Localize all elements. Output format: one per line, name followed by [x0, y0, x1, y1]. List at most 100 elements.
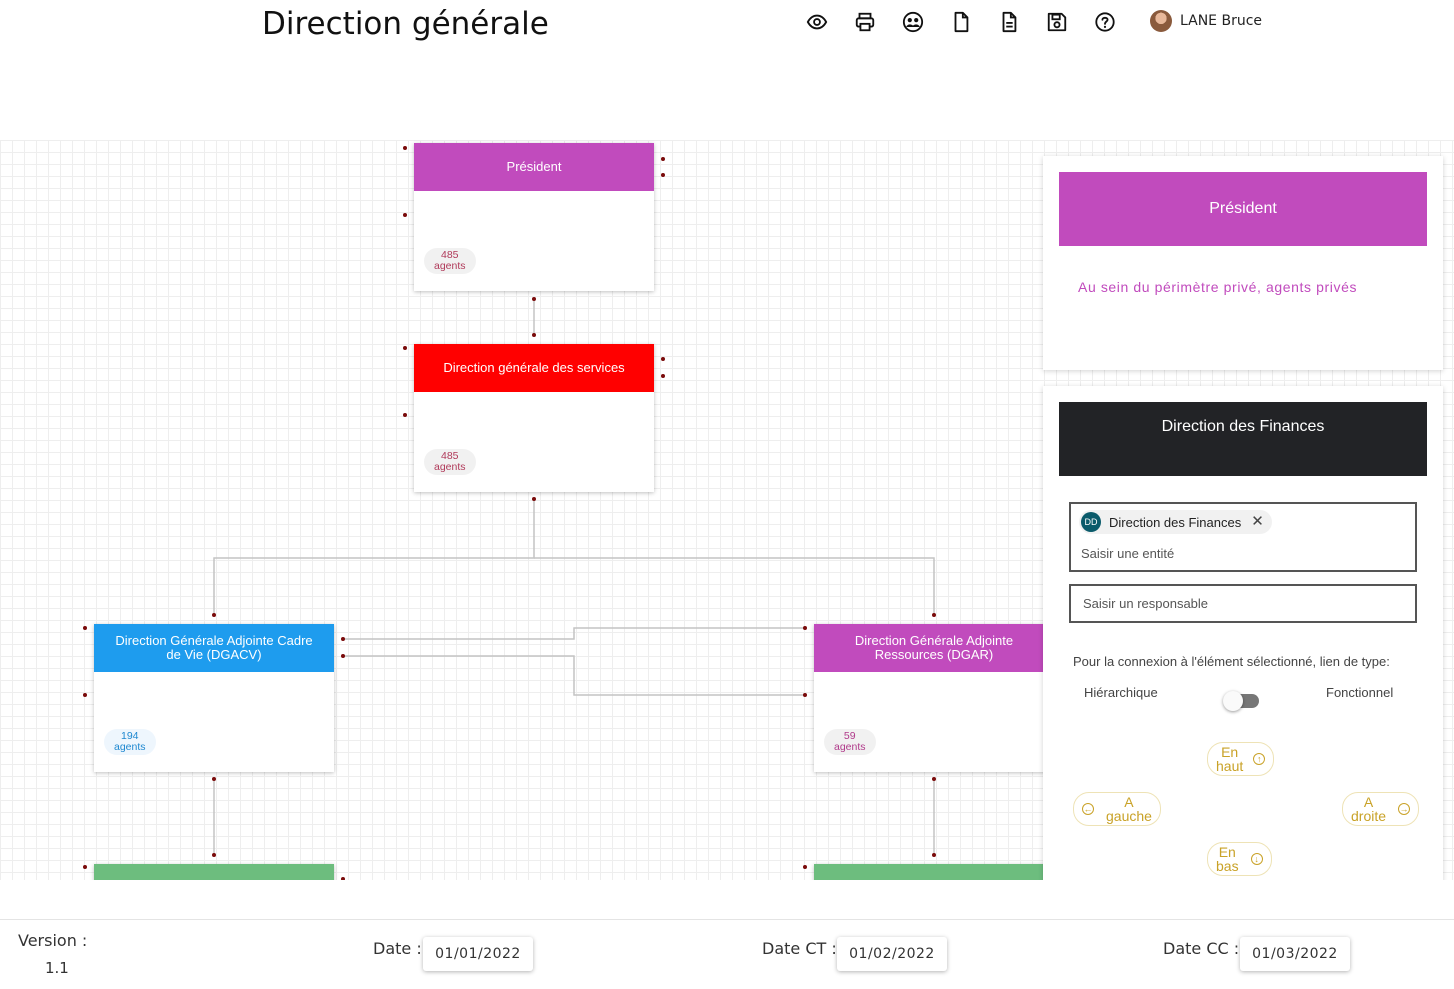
link-type-label: Pour la connexion à l'élément sélectionn… — [1073, 654, 1390, 669]
node-title: Président — [414, 143, 654, 191]
close-icon[interactable]: ✕ — [1251, 514, 1264, 529]
save-icon[interactable] — [1044, 10, 1070, 34]
org-node-dgar[interactable]: Direction Générale Adjointe Ressources (… — [814, 624, 1054, 772]
link-type-toggle[interactable] — [1223, 691, 1259, 711]
connection-handle[interactable] — [661, 374, 665, 378]
connection-handle[interactable] — [341, 637, 345, 641]
help-icon[interactable] — [1092, 10, 1118, 34]
document-icon[interactable] — [996, 10, 1022, 34]
agent-unit: agents — [114, 741, 146, 753]
connection-handle[interactable] — [212, 853, 216, 857]
org-node-dgs[interactable]: Direction générale des services 485 agen… — [414, 344, 654, 492]
agent-count-badge: 485 agents — [424, 248, 476, 274]
version-label: Version : — [18, 931, 88, 950]
print-icon[interactable] — [852, 10, 878, 34]
entity-input[interactable] — [1081, 546, 1381, 561]
node-title: Direction générale des services — [414, 344, 654, 392]
move-right-label: A droite — [1351, 795, 1386, 823]
connection-handle[interactable] — [803, 693, 807, 697]
label-line: En — [1218, 844, 1236, 860]
chip-avatar: DD — [1081, 512, 1101, 532]
arrow-left-icon: ← — [1082, 803, 1094, 815]
label-line: droite — [1351, 808, 1387, 824]
app-root: Direction générale LANE Bruce Président … — [0, 0, 1454, 989]
org-node-child-right[interactable] — [814, 864, 1054, 880]
label-line: gauche — [1106, 808, 1152, 824]
responsable-input[interactable] — [1069, 584, 1417, 623]
user-name: LANE Bruce — [1180, 13, 1263, 29]
date-cc-label: Date CC : — [1163, 939, 1240, 958]
option-fonctionnel: Fonctionnel — [1326, 685, 1394, 700]
eye-icon[interactable] — [804, 10, 830, 34]
agent-unit: agents — [434, 260, 466, 272]
connection-handle[interactable] — [403, 213, 407, 217]
footer: Version : 1.1 Date : 01/01/2022 Date CT … — [0, 919, 1454, 989]
org-node-dgacv[interactable]: Direction Générale Adjointe Cadre de Vie… — [94, 624, 334, 772]
connection-handle[interactable] — [532, 497, 536, 501]
node-title: Direction Générale Adjointe Cadre de Vie… — [94, 624, 334, 672]
label-line: bas — [1216, 858, 1239, 874]
agent-count-badge: 194 agents — [104, 729, 156, 755]
connection-handle[interactable] — [932, 853, 936, 857]
selected-node-description: Au sein du périmètre privé, agents privé… — [1078, 279, 1358, 295]
connection-handle[interactable] — [661, 173, 665, 177]
move-up-label: En haut — [1216, 745, 1243, 773]
connection-title: Direction des Finances — [1059, 402, 1427, 476]
agent-count-badge: 59 agents — [824, 729, 876, 755]
user-menu[interactable]: LANE Bruce — [1150, 10, 1262, 32]
connection-panel: Direction des Finances DD Direction des … — [1043, 386, 1443, 880]
connection-handle[interactable] — [83, 865, 87, 869]
move-right-button[interactable]: A droite → — [1342, 792, 1420, 826]
connection-handle[interactable] — [532, 333, 536, 337]
date-label: Date : — [373, 939, 422, 958]
connection-handle[interactable] — [532, 297, 536, 301]
date-ct-field[interactable]: 01/02/2022 — [837, 937, 947, 971]
agent-unit: agents — [834, 741, 866, 753]
user-avatar — [1150, 10, 1172, 32]
selected-node-title: Président — [1059, 172, 1427, 246]
entity-field[interactable]: DD Direction des Finances ✕ — [1069, 502, 1417, 572]
connection-handle[interactable] — [212, 613, 216, 617]
connection-handle[interactable] — [932, 777, 936, 781]
connection-handle[interactable] — [403, 346, 407, 350]
connection-handle[interactable] — [341, 654, 345, 658]
agent-unit: agents — [434, 461, 466, 473]
users-icon[interactable] — [900, 10, 926, 34]
toggle-knob — [1223, 691, 1243, 711]
agent-count-badge: 485 agents — [424, 449, 476, 475]
org-node-child-left[interactable] — [94, 864, 334, 880]
org-chart-canvas[interactable]: Président 485 agents Direction générale … — [0, 140, 1454, 880]
move-up-button[interactable]: En haut ↑ — [1207, 742, 1275, 776]
connection-handle[interactable] — [212, 777, 216, 781]
move-left-button[interactable]: ← A gauche — [1073, 792, 1161, 826]
date-cc-field[interactable]: 01/03/2022 — [1240, 937, 1350, 971]
connection-handle[interactable] — [403, 413, 407, 417]
org-node-president[interactable]: Président 485 agents — [414, 143, 654, 291]
arrow-down-icon: ↓ — [1250, 853, 1263, 865]
connection-handle[interactable] — [932, 613, 936, 617]
connection-handle[interactable] — [83, 693, 87, 697]
node-title: Direction Générale Adjointe Ressources (… — [814, 624, 1054, 672]
chip-label: Direction des Finances — [1109, 514, 1242, 530]
label-line: En — [1221, 744, 1239, 760]
connection-handle[interactable] — [341, 877, 345, 880]
connection-handle[interactable] — [403, 146, 407, 150]
selected-node-panel: Président Au sein du périmètre privé, ag… — [1043, 156, 1443, 370]
connection-handle[interactable] — [803, 865, 807, 869]
date-field[interactable]: 01/01/2022 — [423, 937, 533, 971]
page-title: Direction générale — [262, 6, 549, 42]
date-ct-label: Date CT : — [762, 939, 837, 958]
connection-handle[interactable] — [661, 357, 665, 361]
arrow-up-icon: ↑ — [1253, 753, 1266, 765]
entity-chip[interactable]: DD Direction des Finances ✕ — [1079, 510, 1272, 534]
option-hierarchique: Hiérarchique — [1084, 685, 1158, 700]
connection-handle[interactable] — [83, 626, 87, 630]
connection-handle[interactable] — [803, 626, 807, 630]
label-line: A — [1363, 794, 1374, 810]
move-left-label: A gauche — [1106, 795, 1152, 823]
move-down-button[interactable]: En bas ↓ — [1207, 842, 1272, 876]
file-icon[interactable] — [948, 10, 974, 34]
connection-handle[interactable] — [661, 157, 665, 161]
toolbar — [804, 10, 1140, 34]
label-line: A — [1124, 794, 1134, 810]
